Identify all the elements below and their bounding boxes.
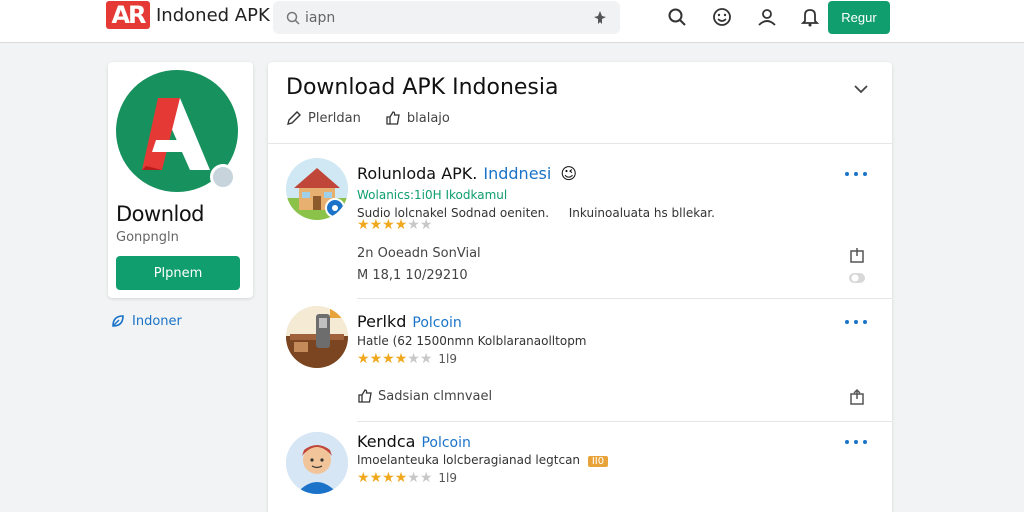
- item-meta-date: M 18,1 10/29210: [357, 268, 468, 283]
- star-icon: ★: [407, 351, 420, 367]
- sign-in-button[interactable]: Regur: [828, 1, 890, 34]
- notification-bell-icon[interactable]: [799, 6, 821, 28]
- top-header: AR Indoned APK iapn Regur: [0, 0, 1024, 43]
- avatar-thumbnail-icon: [286, 432, 348, 494]
- star-icon: ★: [369, 470, 383, 486]
- more-options-icon[interactable]: [844, 318, 868, 326]
- divider: [268, 143, 892, 144]
- house-thumbnail-icon: [286, 158, 348, 220]
- star-icon: ★: [382, 351, 395, 367]
- star-icon: ★: [357, 217, 370, 233]
- star-rating: ★ ★ ★ ★ ★ ★ 1l9: [357, 471, 457, 485]
- rating-count: 1l9: [438, 352, 457, 366]
- leaf-icon: [112, 315, 124, 327]
- site-logo[interactable]: AR Indoned APK: [106, 1, 270, 29]
- thumbs-up-icon: [358, 389, 372, 403]
- app-name: Downlod: [116, 202, 205, 226]
- divider: [357, 298, 892, 299]
- tab-label: Plerldan: [308, 110, 361, 126]
- app-developer[interactable]: Gonpngln: [116, 230, 179, 245]
- emoji-icon[interactable]: [711, 6, 733, 28]
- star-icon: ★: [357, 351, 370, 367]
- share-icon[interactable]: [848, 388, 866, 406]
- version-tag: II0: [587, 456, 609, 467]
- left-side-link[interactable]: Indoner: [110, 313, 182, 329]
- item-title[interactable]: Kendca Polcoin: [357, 432, 471, 451]
- thumbs-up-icon: [386, 111, 400, 125]
- wink-emoji-icon: 😉: [560, 164, 578, 183]
- star-icon: ★: [369, 351, 383, 367]
- star-icon: ★: [382, 217, 395, 233]
- star-icon: ★: [419, 351, 433, 367]
- star-icon: ★: [407, 217, 420, 233]
- star-rating: ★ ★ ★ ★ ★ ★ 1l9: [357, 352, 457, 366]
- item-title[interactable]: Rolunloda APK. Inddnesi 😉: [357, 164, 577, 183]
- star-icon: ★: [394, 470, 408, 486]
- star-icon: ★: [394, 217, 408, 233]
- search-icon: [286, 11, 300, 25]
- more-options-icon[interactable]: [844, 438, 868, 446]
- star-icon: ★: [369, 217, 383, 233]
- subtabs: Plerldan blalajo: [286, 110, 474, 126]
- verified-badge-icon: [210, 164, 236, 190]
- star-icon: ★: [407, 470, 420, 486]
- rating-count: 1l9: [438, 471, 457, 485]
- search-icon[interactable]: [666, 6, 688, 28]
- star-rating: ★ ★ ★ ★ ★ ★: [357, 218, 432, 232]
- tab-label: blalajo: [406, 110, 450, 126]
- item-description: Hatle (62 1500nmn Kolblaranaolltopm: [357, 334, 587, 348]
- install-button[interactable]: Plpnem: [116, 256, 240, 290]
- star-icon: ★: [394, 351, 408, 367]
- more-options-icon[interactable]: [844, 170, 868, 178]
- chevron-down-icon[interactable]: [852, 80, 870, 98]
- item-title[interactable]: Perlkd Polcoin: [357, 312, 462, 331]
- toggle-icon[interactable]: [848, 269, 866, 287]
- left-link-label: Indoner: [132, 313, 182, 329]
- star-icon: ★: [357, 470, 370, 486]
- search-input[interactable]: iapn: [305, 10, 592, 26]
- item-meta: Sadsian clmnvael: [357, 388, 492, 404]
- kitchen-thumbnail-icon: [286, 306, 348, 368]
- tab-blalajo[interactable]: blalajo: [385, 110, 450, 126]
- item-description: Imoelanteuka lolcberagianad legtcan II0: [357, 453, 609, 467]
- star-icon: ★: [419, 217, 433, 233]
- divider: [357, 421, 892, 422]
- star-icon: ★: [382, 470, 395, 486]
- user-icon[interactable]: [756, 6, 778, 28]
- star-icon: ★: [419, 470, 433, 486]
- pin-icon[interactable]: [592, 10, 608, 26]
- item-meta: 2n Ooeadn SonVial: [357, 246, 481, 261]
- item-subtitle: Wolanics:1i0H Ikodkamul: [357, 188, 508, 202]
- tab-plerldan[interactable]: Plerldan: [286, 110, 361, 126]
- share-icon[interactable]: [848, 246, 866, 264]
- page-title: Download APK Indonesia: [286, 75, 559, 100]
- logo-mark: AR: [106, 1, 150, 29]
- app-summary-card: Downlod Gonpngln Plpnem: [108, 62, 253, 298]
- search-bar[interactable]: iapn: [273, 1, 620, 34]
- logo-text: Indoned APK: [156, 4, 270, 26]
- pencil-icon: [287, 111, 301, 125]
- main-panel: Download APK Indonesia Plerldan blalajo: [268, 62, 892, 512]
